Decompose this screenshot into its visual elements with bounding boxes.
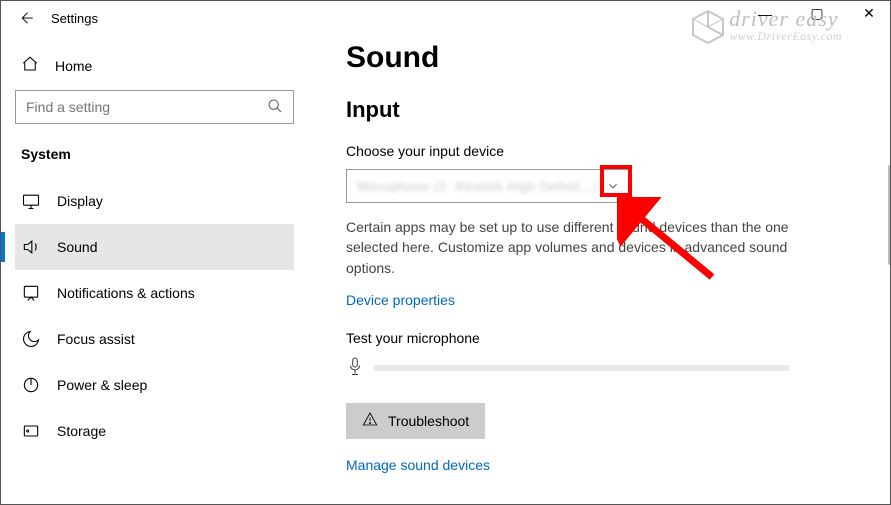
sidebar-item-focus-assist[interactable]: Focus assist <box>15 316 294 362</box>
microphone-icon <box>346 356 364 381</box>
titlebar: Settings — ▢ ✕ <box>1 1 890 35</box>
input-description: Certain apps may be set up to use differ… <box>346 217 806 278</box>
focus-assist-icon <box>21 329 41 349</box>
storage-icon <box>21 421 41 441</box>
home-link[interactable]: Home <box>15 47 294 90</box>
warning-icon <box>362 411 378 430</box>
sidebar-item-power-sleep[interactable]: Power & sleep <box>15 362 294 408</box>
search-box[interactable] <box>15 90 294 124</box>
manage-sound-devices-link[interactable]: Manage sound devices <box>346 457 490 473</box>
minimize-button[interactable]: — <box>750 6 780 22</box>
sidebar-item-label: Notifications & actions <box>57 285 195 301</box>
section-title: Input <box>346 97 854 123</box>
choose-input-label: Choose your input device <box>346 143 854 159</box>
sidebar-item-label: Power & sleep <box>57 377 147 393</box>
mic-level-bar <box>374 365 789 371</box>
sidebar-item-label: Focus assist <box>57 331 135 347</box>
test-mic-label: Test your microphone <box>346 330 854 346</box>
content-area: Sound Input Choose your input device Mic… <box>306 35 890 504</box>
sidebar-item-storage[interactable]: Storage <box>15 408 294 454</box>
sidebar-item-notifications[interactable]: Notifications & actions <box>15 270 294 316</box>
settings-window: Settings — ▢ ✕ driver easy www.DriverEas… <box>0 0 891 505</box>
display-icon <box>21 191 41 211</box>
sidebar-item-label: Sound <box>57 239 97 255</box>
device-properties-link[interactable]: Device properties <box>346 292 455 308</box>
back-button[interactable] <box>13 5 39 31</box>
home-icon <box>21 55 39 76</box>
sidebar-item-sound[interactable]: Sound <box>15 224 294 270</box>
dropdown-value: Microphone (2- Realtek High Definit...) <box>357 179 598 194</box>
power-icon <box>21 375 41 395</box>
chevron-down-icon <box>598 170 628 202</box>
troubleshoot-label: Troubleshoot <box>388 413 469 429</box>
search-icon <box>267 98 283 117</box>
sound-icon <box>21 237 41 257</box>
sidebar: Home System Display <box>1 35 306 504</box>
input-device-dropdown[interactable]: Microphone (2- Realtek High Definit...) <box>346 169 629 203</box>
test-mic-row <box>346 356 854 381</box>
close-button[interactable]: ✕ <box>854 5 884 22</box>
nav-list: Display Sound Noti <box>15 178 294 454</box>
scrollbar-thumb[interactable] <box>888 165 890 265</box>
home-label: Home <box>55 58 92 74</box>
sidebar-item-label: Display <box>57 193 103 209</box>
notification-icon <box>21 283 41 303</box>
page-title: Sound <box>346 41 854 75</box>
sidebar-item-label: Storage <box>57 423 106 439</box>
category-title: System <box>15 142 294 178</box>
window-title: Settings <box>51 11 98 26</box>
sidebar-item-display[interactable]: Display <box>15 178 294 224</box>
maximize-button[interactable]: ▢ <box>802 5 832 22</box>
troubleshoot-button[interactable]: Troubleshoot <box>346 403 485 439</box>
search-input[interactable] <box>26 99 267 115</box>
